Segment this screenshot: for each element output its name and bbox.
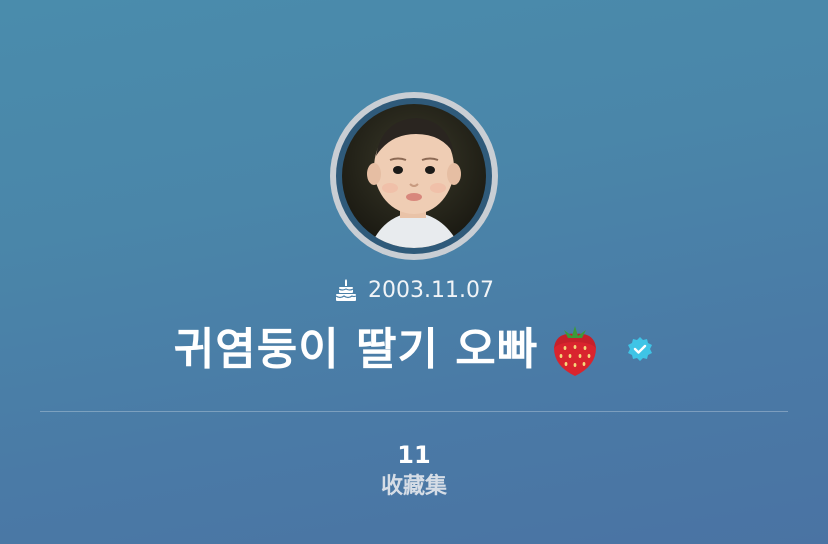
birthday-row: 2003.11.07 [0, 278, 828, 303]
birthday-text: 2003.11.07 [368, 278, 494, 303]
cake-icon [334, 278, 358, 303]
display-name-row: 귀염둥이 딸기 오빠 [0, 318, 828, 382]
collections-label: 收藏集 [380, 474, 447, 499]
avatar-border [336, 98, 492, 254]
avatar-image [342, 104, 486, 248]
divider [40, 411, 788, 412]
display-name: 귀염둥이 딸기 오빠 [173, 324, 539, 375]
verified-badge-icon [626, 336, 654, 364]
strawberry-icon [550, 322, 600, 378]
collections-count: 11 [397, 441, 431, 469]
collections-stat[interactable]: 11 收藏集 [0, 440, 828, 504]
avatar[interactable] [330, 92, 498, 260]
